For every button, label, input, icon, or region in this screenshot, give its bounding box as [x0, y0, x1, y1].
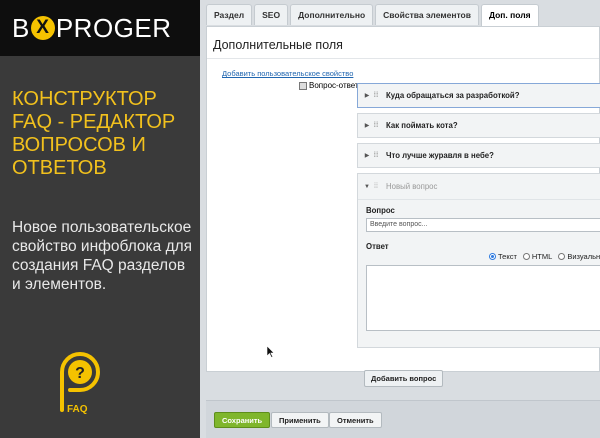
logo-x-icon: X [30, 16, 55, 40]
extra-fields-panel: Дополнительные поля Добавить пользовател… [206, 26, 600, 387]
save-button[interactable]: Сохранить [214, 412, 271, 428]
drag-handle-icon[interactable]: ⁞⁞ [372, 183, 380, 190]
chevron-right-icon[interactable]: ▶ [362, 122, 372, 129]
promo-description: Новое пользовательское свойство инфоблок… [12, 219, 193, 293]
add-question-button[interactable]: Добавить вопрос [364, 370, 444, 387]
format-radio-visual[interactable]: Визуальный [558, 252, 600, 261]
question-text: Как поймать кота? [386, 121, 458, 130]
question-item[interactable]: ▶ ⁞⁞ Как поймать кота? [357, 113, 600, 138]
answer-textarea[interactable] [366, 265, 600, 331]
apply-button[interactable]: Применить [271, 412, 329, 428]
question-item[interactable]: ▶ ⁞⁞ Куда обращаться за разработкой? [357, 83, 600, 108]
format-radio-html[interactable]: HTML [522, 252, 553, 261]
format-label: Текст [498, 252, 517, 261]
qa-field-label: Вопрос-ответ: [299, 81, 361, 90]
qa-label-text: Вопрос-ответ: [309, 81, 361, 90]
tab-section[interactable]: Раздел [206, 4, 253, 25]
logo-letter-b: B [12, 12, 30, 43]
chevron-right-icon[interactable]: ▶ [362, 92, 372, 99]
format-label: Визуальный [567, 252, 600, 261]
add-user-property-link[interactable]: Добавить пользовательское свойство [222, 69, 353, 78]
question-text: Куда обращаться за разработкой? [386, 91, 520, 100]
faq-logo-label: FAQ [67, 404, 88, 415]
panel-title: Дополнительные поля [213, 38, 343, 52]
radio-selected-icon[interactable] [489, 253, 496, 260]
admin-editor: Раздел SEO Дополнительно Свойства элемен… [200, 0, 600, 438]
radio-icon[interactable] [522, 253, 530, 260]
bxproger-logo: B X PROGER [0, 0, 200, 56]
tab-element-properties[interactable]: Свойства элементов [375, 4, 479, 25]
svg-text:?: ? [75, 365, 85, 382]
answer-format-selector: Текст HTML Визуальный [489, 252, 600, 261]
drag-handle-icon[interactable]: ⁞⁞ [372, 122, 380, 129]
cancel-button[interactable]: Отменить [329, 412, 382, 428]
radio-icon[interactable] [558, 253, 566, 260]
tab-additional[interactable]: Дополнительно [290, 4, 374, 25]
divider [207, 58, 599, 59]
format-radio-text[interactable]: Текст [489, 252, 517, 261]
qa-list: ▶ ⁞⁞ Куда обращаться за разработкой? ▶ ⁞… [357, 83, 600, 348]
question-input[interactable]: Введите вопрос... [366, 218, 600, 232]
new-question-editor: ▼ ⁞⁞ Новый вопрос Вопрос Введите вопрос.… [357, 173, 600, 348]
question-field-label: Вопрос [366, 206, 395, 215]
form-footer: Сохранить Применить Отменить [206, 400, 600, 438]
answer-field-label: Ответ [366, 242, 389, 251]
drag-handle-icon[interactable]: ⁞⁞ [372, 152, 380, 159]
question-item[interactable]: ▶ ⁞⁞ Что лучше журавля в небе? [357, 143, 600, 168]
question-text: Что лучше журавля в небе? [386, 151, 494, 160]
chevron-right-icon[interactable]: ▶ [362, 152, 372, 159]
drag-handle-icon[interactable]: ⁞⁞ [372, 92, 380, 99]
new-question-title: Новый вопрос [386, 182, 438, 191]
mouse-cursor-icon [267, 346, 275, 358]
tab-extra-fields[interactable]: Доп. поля [480, 4, 539, 26]
tab-seo[interactable]: SEO [254, 4, 289, 25]
chevron-down-icon[interactable]: ▼ [362, 184, 372, 190]
promo-panel: B X PROGER Конструктор FAQ - редактор вопр… [0, 0, 200, 438]
new-question-header[interactable]: ▼ ⁞⁞ Новый вопрос [358, 174, 600, 200]
logo-text-proger: PROGER [55, 12, 172, 43]
format-label: HTML [531, 252, 553, 261]
tab-bar: Раздел SEO Дополнительно Свойства элемен… [206, 4, 539, 26]
field-marker-icon [299, 81, 307, 90]
promo-title: Конструктор FAQ - редактор вопросов и от… [12, 88, 176, 179]
